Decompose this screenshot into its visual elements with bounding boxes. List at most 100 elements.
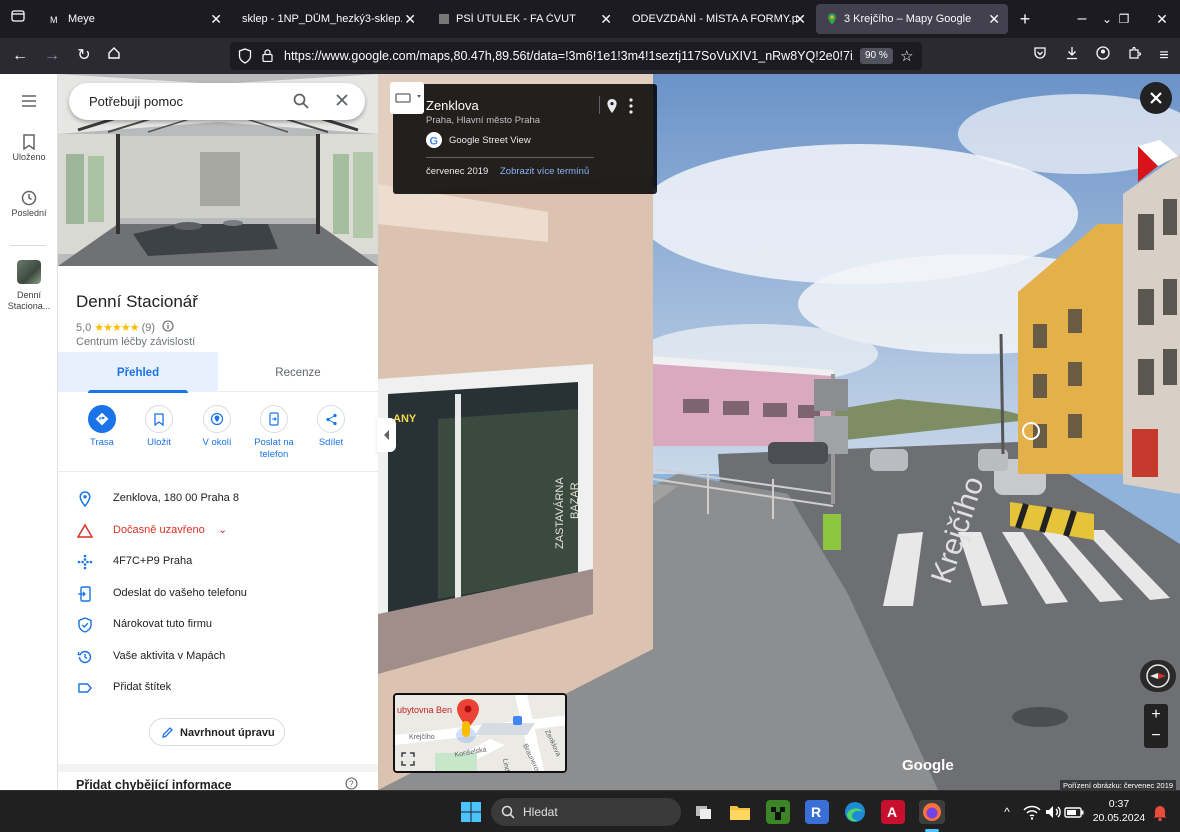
more-dates-link[interactable]: Zobrazit více termínů — [500, 166, 589, 177]
minecraft-icon[interactable] — [766, 800, 790, 824]
close-street-view-button[interactable] — [1140, 82, 1172, 114]
menu-icon[interactable] — [0, 94, 58, 110]
revit-icon[interactable]: R — [805, 800, 829, 824]
location-pin-icon[interactable] — [606, 98, 618, 119]
place-category[interactable]: Centrum léčby závislostí — [76, 336, 195, 348]
restore-button[interactable]: ❐ — [1112, 7, 1136, 31]
browser-tab[interactable]: ODEVZDÁNÍ - MÍSTA A FORMY.pdf ✕ — [622, 4, 814, 34]
close-icon[interactable]: ✕ — [210, 11, 222, 27]
rating-row[interactable]: 5,0 ★★★★★ (9) — [76, 320, 174, 335]
street-view[interactable]: Krejčího ZASTAVÁRNA BAZAR ANY Google Zen… — [378, 74, 1180, 790]
downloads-icon[interactable] — [1060, 44, 1084, 68]
tab-favicon-icon — [438, 13, 450, 25]
nearby-label: V okolí — [202, 437, 232, 448]
location-pin-icon — [77, 491, 93, 508]
place-title: Denní Stacionář — [76, 292, 198, 311]
reload-button[interactable]: ↻ — [72, 44, 96, 68]
save-button[interactable]: Uložit — [130, 402, 188, 449]
tracking-protection-icon[interactable] — [238, 48, 252, 69]
minimize-button[interactable]: – — [1070, 7, 1094, 31]
taskbar-clock[interactable]: 0:37 20.05.2024 — [1089, 797, 1149, 825]
clear-search-icon[interactable] — [335, 93, 349, 112]
close-window-button[interactable]: ✕ — [1150, 7, 1174, 31]
help-icon[interactable]: ? — [345, 777, 358, 790]
svg-text:G: G — [430, 136, 439, 148]
firefox-icon[interactable] — [919, 800, 945, 824]
task-view-icon[interactable] — [692, 800, 716, 824]
zoom-in-button[interactable]: + — [1144, 704, 1168, 726]
recent-button[interactable]: Poslední — [0, 190, 58, 218]
address-bar[interactable]: https://www.google.com/maps,80.47h,89.56… — [230, 42, 922, 70]
close-icon[interactable]: ✕ — [404, 11, 416, 27]
send-phone-text: Odeslat do vašeho telefonu — [113, 587, 247, 599]
battery-icon[interactable] — [1062, 800, 1086, 824]
send-to-phone-button[interactable]: Poslat na telefon — [245, 402, 303, 461]
recent-place-item[interactable]: Denní Staciona... — [0, 260, 58, 312]
menu-hamburger-icon[interactable]: ≡ — [1152, 44, 1176, 68]
home-button[interactable] — [102, 44, 126, 68]
notification-bell-icon[interactable] — [1148, 800, 1172, 824]
zoom-level-badge[interactable]: 90 % — [860, 48, 893, 64]
account-icon[interactable] — [1091, 44, 1115, 68]
chevron-down-icon[interactable]: ⌄ — [218, 523, 227, 536]
address-row[interactable]: Zenklova, 180 00 Praha 8 — [58, 484, 378, 514]
maps-pin-favicon-icon — [826, 13, 838, 25]
maps-activity-row[interactable]: Vaše aktivita v Mapách — [58, 642, 378, 672]
edge-browser-icon[interactable] — [843, 800, 867, 824]
send-phone-row[interactable]: Odeslat do vašeho telefonu — [58, 579, 378, 609]
taskbar-search[interactable]: Hledat — [491, 798, 681, 826]
expand-minimap-icon[interactable] — [401, 752, 415, 771]
close-icon[interactable]: ✕ — [794, 11, 806, 27]
bookmark-star-icon[interactable]: ☆ — [900, 47, 913, 65]
search-box[interactable]: Potřebuji pomoc — [69, 83, 365, 120]
back-button[interactable]: ← — [8, 44, 32, 68]
directions-button[interactable]: Trasa — [73, 402, 131, 449]
file-explorer-icon[interactable] — [728, 800, 752, 824]
closed-status-text: Dočasně uzavřeno — [113, 524, 205, 536]
recent-label: Poslední — [11, 208, 47, 218]
keyboard-toggle-button[interactable] — [390, 82, 424, 114]
share-button[interactable]: Sdílet — [302, 402, 360, 449]
forward-button[interactable]: → — [40, 44, 64, 68]
bookmark-icon — [145, 405, 173, 433]
zoom-out-button[interactable]: − — [1144, 726, 1168, 748]
chevron-up-icon[interactable]: ^ — [995, 800, 1019, 824]
browser-tab-active[interactable]: 3 Krejčího – Mapy Google ✕ — [816, 4, 1008, 34]
new-tab-button[interactable]: + — [1013, 7, 1037, 31]
nearby-button[interactable]: V okolí — [188, 402, 246, 449]
plus-code-row[interactable]: 4F7C+P9 Praha — [58, 547, 378, 577]
status-row[interactable]: Dočasně uzavřeno ⌄ — [58, 516, 378, 546]
expand-panel-button[interactable] — [378, 418, 396, 452]
phone-send-icon — [77, 586, 93, 602]
close-icon[interactable]: ✕ — [988, 11, 1000, 27]
add-label-row[interactable]: Přidat štítek — [58, 673, 378, 703]
section-divider — [58, 764, 378, 772]
pocket-icon[interactable] — [1028, 44, 1052, 68]
minimap[interactable]: ubytovna Ben Krejčího Konšelská Zenklova… — [393, 693, 567, 773]
chevron-left-icon — [384, 430, 389, 440]
close-icon[interactable]: ✕ — [600, 11, 612, 27]
url-text: https://www.google.com/maps,80.47h,89.56… — [284, 49, 854, 63]
google-watermark: Google — [902, 757, 954, 774]
tab-list-icon[interactable] — [6, 7, 30, 31]
suggest-edit-button[interactable]: Navrhnout úpravu — [149, 718, 285, 746]
browser-tab[interactable]: PSÍ ÚTULEK - FA ČVUT ✕ — [428, 4, 620, 34]
tab-overview[interactable]: Přehled — [58, 352, 218, 393]
browser-tab[interactable]: sklep - 1NP_DŮM_hezký3-sklep.pdf ✕ — [232, 4, 424, 34]
autocad-icon[interactable]: A — [881, 800, 905, 824]
review-count[interactable]: (9) — [142, 322, 155, 334]
compass-button[interactable] — [1140, 660, 1176, 692]
browser-tab[interactable]: M Meye ✕ — [40, 4, 230, 34]
tab-reviews[interactable]: Recenze — [218, 352, 378, 392]
info-icon[interactable] — [162, 320, 174, 335]
more-options-icon[interactable] — [629, 98, 633, 119]
windows-taskbar: Hledat R A ^ 0:37 20.05.2024 — [0, 790, 1180, 832]
claim-business-row[interactable]: Nárokovat tuto firmu — [58, 610, 378, 640]
search-input[interactable]: Potřebuji pomoc — [89, 94, 183, 109]
street-marker-icon[interactable] — [1022, 422, 1040, 440]
lock-icon[interactable] — [262, 49, 273, 67]
start-windows-icon[interactable] — [459, 800, 483, 824]
saved-button[interactable]: Uloženo — [0, 134, 58, 162]
search-icon[interactable] — [293, 93, 309, 114]
extensions-icon[interactable] — [1122, 44, 1146, 68]
